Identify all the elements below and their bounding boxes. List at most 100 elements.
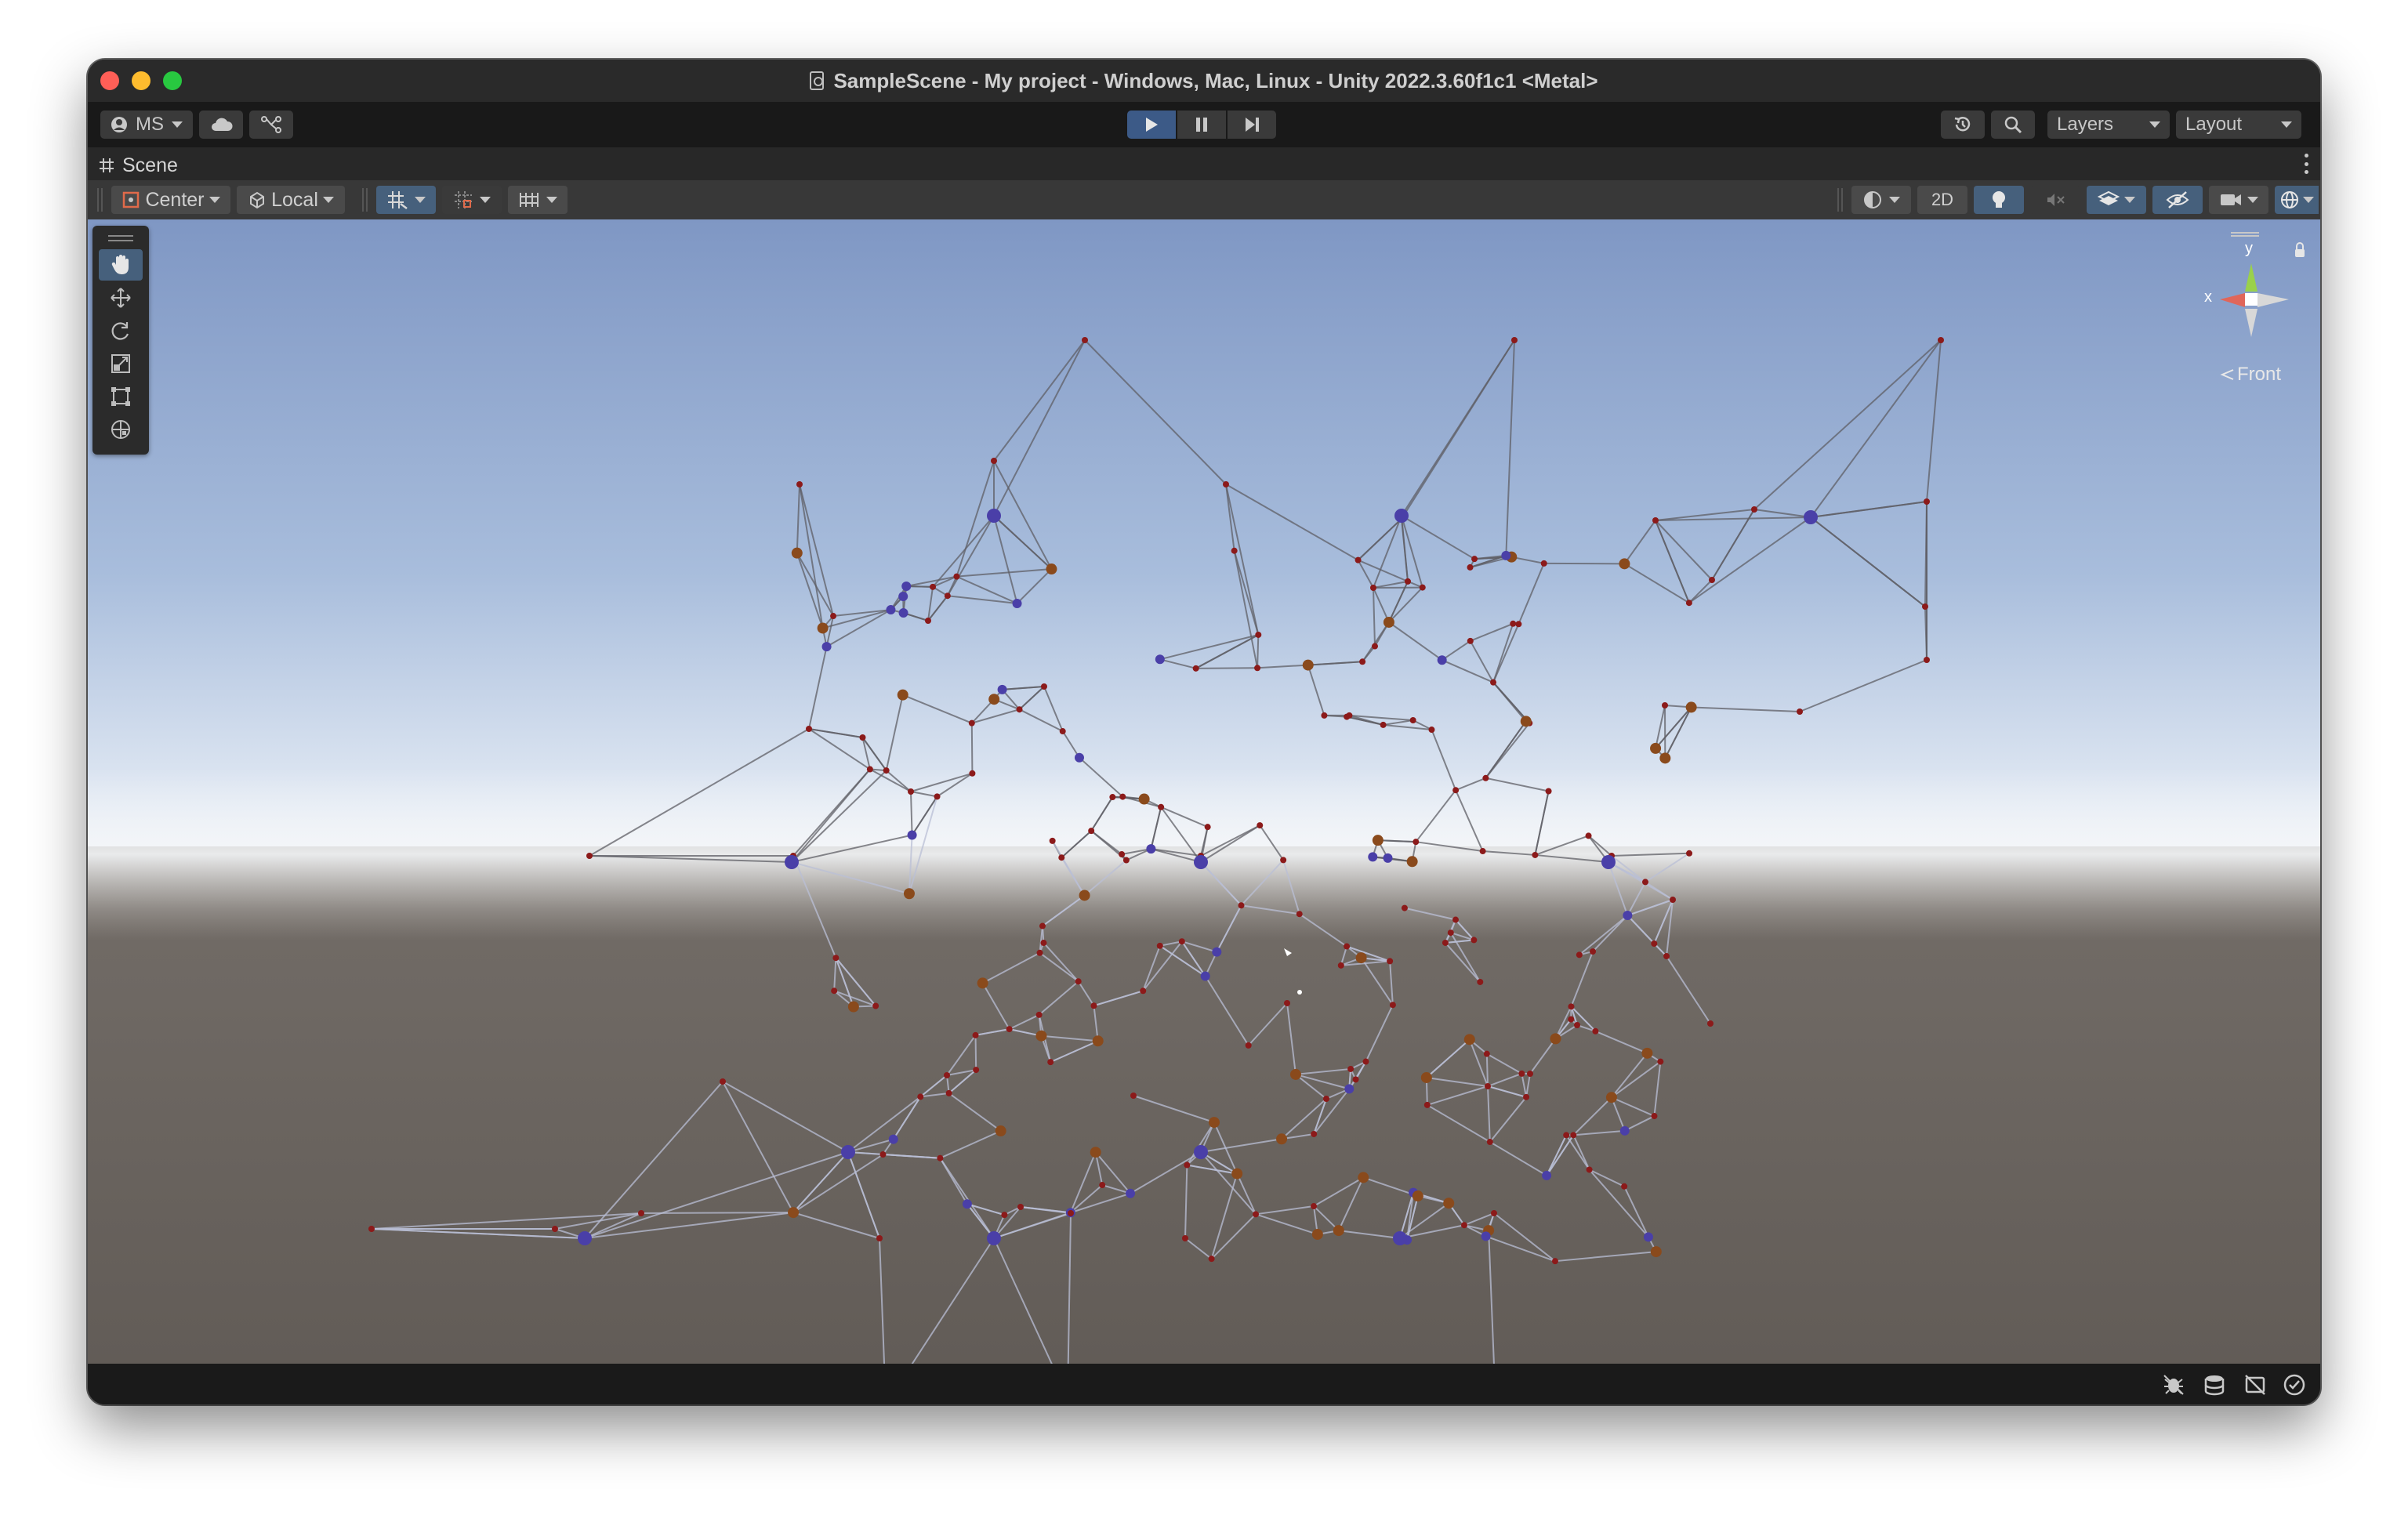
mesh-vertex-blue	[1146, 844, 1156, 854]
cloud-icon	[212, 118, 233, 131]
hand-tool-button[interactable]	[99, 249, 143, 281]
mesh-vertex-red	[832, 955, 840, 962]
grid-visibility-icon	[520, 193, 539, 207]
version-control-button[interactable]	[249, 111, 293, 139]
increment-snapping-button[interactable]	[442, 186, 502, 214]
mesh-vertex-red	[1337, 962, 1344, 969]
mesh-vertex-blue	[1200, 971, 1210, 981]
mesh-vertex-red	[945, 1089, 952, 1096]
mesh-vertex-blue	[997, 684, 1007, 694]
scale-tool-button[interactable]	[99, 348, 143, 379]
scene-viewport[interactable]: y x Front	[88, 219, 2320, 1364]
title-bar: SampleScene - My project - Windows, Mac,…	[88, 60, 2320, 102]
mesh-vertex-orange	[847, 1001, 859, 1013]
cache-icon[interactable]	[2203, 1373, 2226, 1397]
layout-dropdown[interactable]: Layout	[2176, 111, 2301, 139]
x-axis-cone[interactable]	[2220, 293, 2245, 307]
panel-grip[interactable]	[108, 235, 133, 241]
mesh-vertex-red	[1471, 937, 1478, 944]
rect-tool-button[interactable]	[99, 381, 143, 412]
mesh-vertex-red	[879, 1151, 887, 1158]
pause-button[interactable]	[1177, 111, 1226, 139]
mesh-vertex-red	[1686, 850, 1693, 857]
mesh-vertex-red	[1223, 481, 1229, 487]
chevron-down-icon	[2303, 197, 2314, 203]
notification-off-icon[interactable]	[2243, 1373, 2267, 1397]
mesh-vertex-hub	[1601, 855, 1616, 869]
scene-visibility-button[interactable]	[2152, 186, 2203, 214]
mesh-vertex-orange	[1520, 716, 1532, 727]
toolbar-separator	[362, 188, 368, 212]
account-dropdown[interactable]: MS	[100, 111, 193, 139]
mesh-vertex-red	[1592, 1027, 1599, 1035]
search-button[interactable]	[1991, 111, 2035, 139]
toggle-grid-button[interactable]	[508, 186, 568, 214]
mesh-vertex-blue	[1542, 1170, 1552, 1180]
mesh-vertex-red	[1482, 774, 1489, 781]
scene-render[interactable]	[88, 219, 2320, 1364]
mesh-vertex-orange	[1035, 1030, 1047, 1042]
mesh-vertex-red	[796, 481, 803, 487]
draw-mode-dropdown[interactable]	[1851, 186, 1911, 214]
pivot-rotation-dropdown[interactable]: Local	[237, 186, 345, 214]
neg-x-axis-cone[interactable]	[2258, 293, 2289, 307]
mesh-vertex-red	[368, 1226, 375, 1232]
mesh-vertex-red	[1490, 679, 1497, 686]
mesh-vertex-orange	[1605, 1092, 1617, 1103]
mesh-vertex-red	[1510, 620, 1517, 627]
mesh-vertex-red	[1652, 517, 1659, 524]
mesh-vertex-blue	[1623, 911, 1633, 921]
mesh-vertex-hub	[841, 1145, 855, 1159]
mesh-vertex-orange	[1138, 793, 1150, 805]
lighting-toggle-button[interactable]	[1974, 186, 2024, 214]
mesh-vertex-red	[1192, 665, 1199, 672]
minimize-window-button[interactable]	[132, 71, 150, 90]
mesh-vertex-red	[1568, 1003, 1575, 1010]
scene-view-toolbar: Center Local 2D	[88, 180, 2320, 220]
view-label-button[interactable]: Front	[2220, 364, 2281, 386]
mesh-vertex-red	[1491, 1210, 1497, 1216]
account-icon	[111, 117, 127, 132]
mesh-vertex-orange	[1641, 1047, 1653, 1059]
perspective-icon	[2220, 369, 2234, 380]
orientation-gizmo[interactable]: y x Front	[2157, 232, 2314, 404]
gizmos-dropdown[interactable]	[2275, 186, 2319, 214]
effects-dropdown[interactable]	[2087, 186, 2146, 214]
pivot-mode-dropdown[interactable]: Center	[111, 186, 230, 214]
mesh-vertex-red	[1178, 938, 1185, 945]
cloud-button[interactable]	[199, 111, 243, 139]
mesh-vertex-blue	[1012, 598, 1022, 608]
lock-icon[interactable]	[2295, 249, 2305, 257]
tab-menu-icon[interactable]	[2305, 154, 2309, 174]
mesh-vertex-red	[934, 793, 941, 800]
mesh-vertex-red	[1419, 584, 1426, 591]
maximize-window-button[interactable]	[163, 71, 182, 90]
transform-tool-button[interactable]	[99, 414, 143, 445]
close-window-button[interactable]	[100, 71, 119, 90]
mesh-vertex-red	[1090, 1002, 1097, 1009]
search-icon	[2004, 116, 2022, 134]
mesh-vertex-red	[1428, 727, 1435, 734]
mesh-vertex-red	[883, 767, 890, 774]
mesh-vertex-orange	[1092, 1035, 1104, 1047]
step-button[interactable]	[1228, 111, 1276, 139]
tab-scene[interactable]: Scene	[99, 150, 178, 180]
neg-y-axis-cone[interactable]	[2245, 309, 2258, 337]
camera-settings-dropdown[interactable]	[2209, 186, 2268, 214]
grid-snapping-button[interactable]	[376, 186, 436, 214]
layers-dropdown[interactable]: Layers	[2047, 111, 2170, 139]
move-tool-button[interactable]	[99, 282, 143, 313]
checkmark-icon[interactable]	[2283, 1373, 2306, 1397]
mesh-vertex-red	[1075, 978, 1082, 985]
history-button[interactable]	[1941, 111, 1985, 139]
debug-icon[interactable]	[2162, 1373, 2185, 1397]
chevron-down-icon	[2149, 121, 2160, 128]
rotate-tool-button[interactable]	[99, 315, 143, 346]
mesh-vertex-red	[1657, 1058, 1664, 1065]
gizmo-center-cube[interactable]	[2245, 293, 2258, 306]
mesh-vertex-red	[1238, 902, 1245, 909]
audio-toggle-button[interactable]	[2030, 186, 2080, 214]
mode-2d-button[interactable]: 2D	[1917, 186, 1967, 214]
y-axis-cone[interactable]	[2245, 263, 2258, 292]
play-button[interactable]	[1127, 111, 1176, 139]
